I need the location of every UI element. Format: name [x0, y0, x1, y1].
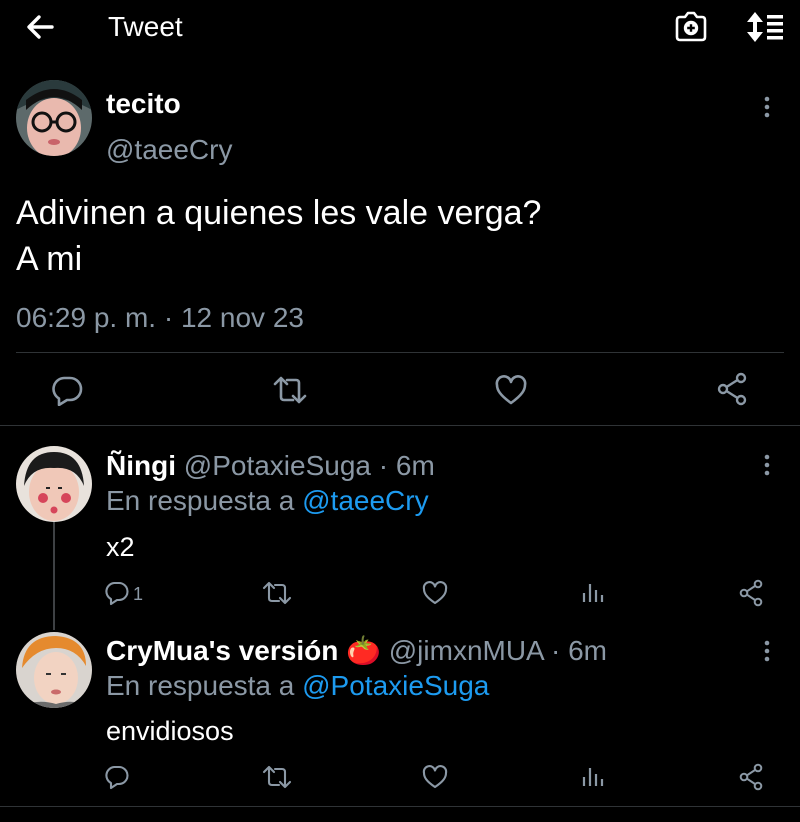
reply-time: · 6m	[378, 450, 435, 481]
like-heart-icon[interactable]	[494, 374, 528, 406]
retweet-icon[interactable]	[262, 764, 292, 790]
share-icon[interactable]	[738, 763, 766, 791]
camera-add-icon[interactable]	[672, 8, 710, 46]
in-reply-to-label: En respuesta a	[106, 485, 295, 516]
like-heart-icon[interactable]	[421, 764, 449, 790]
sort-tweets-icon[interactable]	[744, 8, 786, 46]
more-options-icon[interactable]	[752, 636, 782, 666]
divider	[0, 806, 800, 807]
reply-header: CryMua's versión 🍅 @jimxnMUA · 6m	[106, 633, 607, 669]
tweet-text-line-1: Adivinen a quienes les vale verga?	[16, 194, 542, 232]
in-reply-to-link[interactable]: @taeeCry	[302, 485, 428, 516]
reply-icon[interactable]	[104, 764, 130, 790]
share-icon[interactable]	[716, 372, 750, 406]
in-reply-to-label: En respuesta a	[106, 670, 295, 701]
in-reply-to: En respuesta a @PotaxieSuga	[106, 668, 489, 704]
analytics-icon[interactable]	[580, 764, 606, 790]
retweet-icon[interactable]	[272, 374, 308, 406]
reply-text: x2	[106, 532, 135, 562]
avatar[interactable]	[16, 80, 92, 156]
tweet-text: Adivinen a quienes les vale verga? A mi	[16, 190, 541, 282]
author-name[interactable]: tecito	[106, 86, 181, 122]
tomato-emoji: 🍅	[346, 635, 381, 666]
avatar[interactable]	[16, 632, 92, 708]
in-reply-to-link[interactable]: @PotaxieSuga	[302, 670, 489, 701]
share-icon[interactable]	[738, 579, 766, 607]
more-options-icon[interactable]	[752, 92, 782, 122]
reply-author-handle[interactable]: @jimxnMUA	[389, 635, 543, 666]
page-title: Tweet	[108, 11, 183, 42]
reply-text: envidiosos	[106, 716, 234, 746]
reply-count: 1	[133, 584, 144, 604]
reply-author-handle[interactable]: @PotaxieSuga	[184, 450, 371, 481]
avatar[interactable]	[16, 446, 92, 522]
thread-connector-line	[53, 522, 55, 630]
reply-author-name[interactable]: CryMua's versión	[106, 635, 338, 666]
divider	[0, 425, 800, 426]
tweet-text-line-2: A mi	[16, 240, 83, 278]
more-options-icon[interactable]	[752, 450, 782, 480]
reply-author-name[interactable]: Ñingi	[106, 450, 176, 481]
analytics-icon[interactable]	[580, 580, 606, 606]
reply-time: · 6m	[550, 635, 607, 666]
author-handle[interactable]: @taeeCry	[106, 132, 232, 168]
reply-header: Ñingi @PotaxieSuga · 6m	[106, 448, 435, 484]
in-reply-to: En respuesta a @taeeCry	[106, 483, 429, 519]
tweet-timestamp: 06:29 p. m. · 12 nov 23	[16, 302, 304, 333]
reply-icon[interactable]	[50, 374, 84, 406]
like-heart-icon[interactable]	[421, 580, 449, 606]
back-arrow-icon[interactable]	[22, 10, 58, 44]
divider	[16, 352, 784, 353]
reply-icon[interactable]	[104, 580, 130, 606]
retweet-icon[interactable]	[262, 580, 292, 606]
